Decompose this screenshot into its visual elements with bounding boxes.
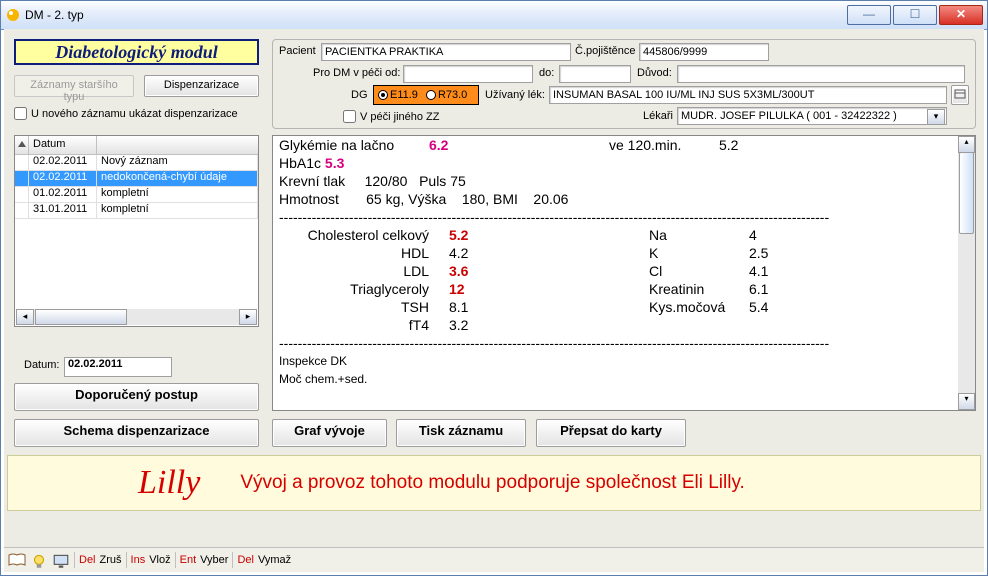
lek-field[interactable]: INSUMAN BASAL 100 IU/ML INJ SUS 5X3ML/30…: [549, 86, 947, 104]
status-ins[interactable]: Ins: [131, 554, 146, 566]
scroll-down-icon[interactable]: ▾: [958, 393, 975, 410]
grid-h-blank[interactable]: [97, 136, 258, 154]
v-peci-checkbox[interactable]: V péči jiného ZZ: [343, 110, 439, 123]
lekari-dropdown[interactable]: MUDR. JOSEF PILULKA ( 001 - 32422322 ) ▾: [677, 107, 947, 125]
pacient-field[interactable]: PACIENTKA PRAKTIKA: [321, 43, 571, 61]
schema-dispenzarizace-button[interactable]: Schema dispenzarizace: [14, 419, 259, 447]
status-del[interactable]: Del: [79, 554, 96, 566]
table-row[interactable]: 01.02.2011kompletní: [15, 187, 258, 203]
statusbar: Del Zruš Ins Vlož Ent Vyber Del Vymaž: [4, 547, 984, 572]
prepsat-do-karty-button[interactable]: Přepsat do karty: [536, 419, 686, 447]
scroll-thumb[interactable]: [959, 152, 974, 234]
doporuceny-postup-button[interactable]: Doporučený postup: [14, 383, 259, 411]
lek-lookup-button[interactable]: [951, 85, 969, 105]
status-del2[interactable]: Del: [237, 554, 254, 566]
lekari-value: MUDR. JOSEF PILULKA ( 001 - 32422322 ): [681, 110, 897, 122]
scroll-up-icon[interactable]: ▴: [958, 136, 975, 153]
show-dispenzarizace-checkbox[interactable]: U nového záznamu ukázat dispenzarizace: [14, 107, 238, 120]
records-grid[interactable]: Datum 02.02.2011Nový záznam02.02.2011ned…: [14, 135, 259, 327]
app-icon: [5, 7, 21, 23]
label-do: do:: [539, 67, 554, 79]
checkbox-label: V péči jiného ZZ: [360, 111, 439, 123]
chevron-down-icon[interactable]: ▾: [927, 109, 945, 125]
grid-body: 02.02.2011Nový záznam02.02.2011nedokonče…: [15, 155, 258, 311]
scroll-right-icon[interactable]: ▸: [239, 309, 257, 325]
book-icon[interactable]: [8, 552, 26, 568]
window-buttons: — ☐ ✕: [847, 5, 983, 25]
graf-vyvoje-button[interactable]: Graf vývoje: [272, 419, 387, 447]
grid-header: Datum: [15, 136, 258, 155]
close-button[interactable]: ✕: [939, 5, 983, 25]
table-row[interactable]: 02.02.2011Nový záznam: [15, 155, 258, 171]
datum-field[interactable]: 02.02.2011: [64, 357, 172, 377]
monitor-icon[interactable]: [52, 552, 70, 568]
app-window: DM - 2. typ — ☐ ✕ Diabetologický modul Z…: [0, 0, 988, 576]
status-vyber[interactable]: Vyber: [200, 554, 228, 566]
table-row[interactable]: 02.02.2011nedokončená-chybí údaje: [15, 171, 258, 187]
table-row[interactable]: 31.01.2011kompletní: [15, 203, 258, 219]
bulb-icon[interactable]: [30, 552, 48, 568]
label-dg: DG: [351, 89, 368, 101]
checkbox-label: U nového záznamu ukázat dispenzarizace: [31, 108, 238, 120]
scroll-thumb[interactable]: [35, 309, 127, 325]
label-uzivany-lek: Užívaný lék:: [485, 89, 545, 101]
sponsor-text: Vývoj a provoz tohoto modulu podporuje s…: [240, 472, 745, 494]
dispenzarizace-button[interactable]: Dispenzarizace: [144, 75, 259, 97]
scroll-left-icon[interactable]: ◂: [16, 309, 34, 325]
od-field[interactable]: [403, 65, 533, 83]
old-records-button: Záznamy staršího typu: [14, 75, 134, 97]
module-title: Diabetologický modul: [14, 39, 259, 65]
checkbox-input[interactable]: [343, 110, 356, 123]
dg-radio-2-label: R73.0: [438, 89, 467, 101]
label-datum: Datum:: [24, 359, 59, 371]
label-lekari: Lékaři: [643, 110, 673, 122]
dg-radio-1[interactable]: E11.9: [378, 89, 418, 101]
label-pro-dm: Pro DM v péči od:: [313, 67, 400, 79]
status-vymaz[interactable]: Vymaž: [258, 554, 291, 566]
minimize-button[interactable]: —: [847, 5, 891, 25]
do-field[interactable]: [559, 65, 631, 83]
label-pacient: Pacient: [279, 45, 316, 57]
checkbox-input[interactable]: [14, 107, 27, 120]
status-ent[interactable]: Ent: [180, 554, 197, 566]
report-content: Glykémie na lačno6.2ve 120.min.5.2HbA1c …: [279, 136, 953, 410]
grid-sort-icon[interactable]: [15, 136, 29, 154]
cpoj-field[interactable]: 445806/9999: [639, 43, 769, 61]
grid-hscrollbar[interactable]: ◂ ▸: [16, 309, 257, 325]
status-zrus[interactable]: Zruš: [100, 554, 122, 566]
window-title: DM - 2. typ: [25, 8, 847, 22]
grid-h-datum[interactable]: Datum: [29, 136, 97, 154]
patient-panel: Pacient PACIENTKA PRAKTIKA Č.pojištěnce …: [272, 39, 976, 129]
client-area: Diabetologický modul Záznamy staršího ty…: [4, 29, 984, 572]
report-panel: Glykémie na lačno6.2ve 120.min.5.2HbA1c …: [272, 135, 976, 411]
sponsor-logo: Lilly: [138, 464, 200, 502]
tisk-zaznamu-button[interactable]: Tisk záznamu: [396, 419, 526, 447]
maximize-button[interactable]: ☐: [893, 5, 937, 25]
status-vloz[interactable]: Vlož: [149, 554, 170, 566]
label-cpoj: Č.pojištěnce: [575, 45, 636, 57]
dg-selector[interactable]: E11.9 R73.0: [373, 85, 479, 105]
dg-radio-1-label: E11.9: [390, 89, 418, 101]
titlebar: DM - 2. typ — ☐ ✕: [1, 1, 987, 30]
sponsor-banner: Lilly Vývoj a provoz tohoto modulu podpo…: [7, 455, 981, 511]
label-duvod: Důvod:: [637, 67, 672, 79]
report-scrollbar[interactable]: ▴ ▾: [958, 136, 975, 410]
dg-radio-2[interactable]: R73.0: [426, 89, 467, 101]
duvod-field[interactable]: [677, 65, 965, 83]
